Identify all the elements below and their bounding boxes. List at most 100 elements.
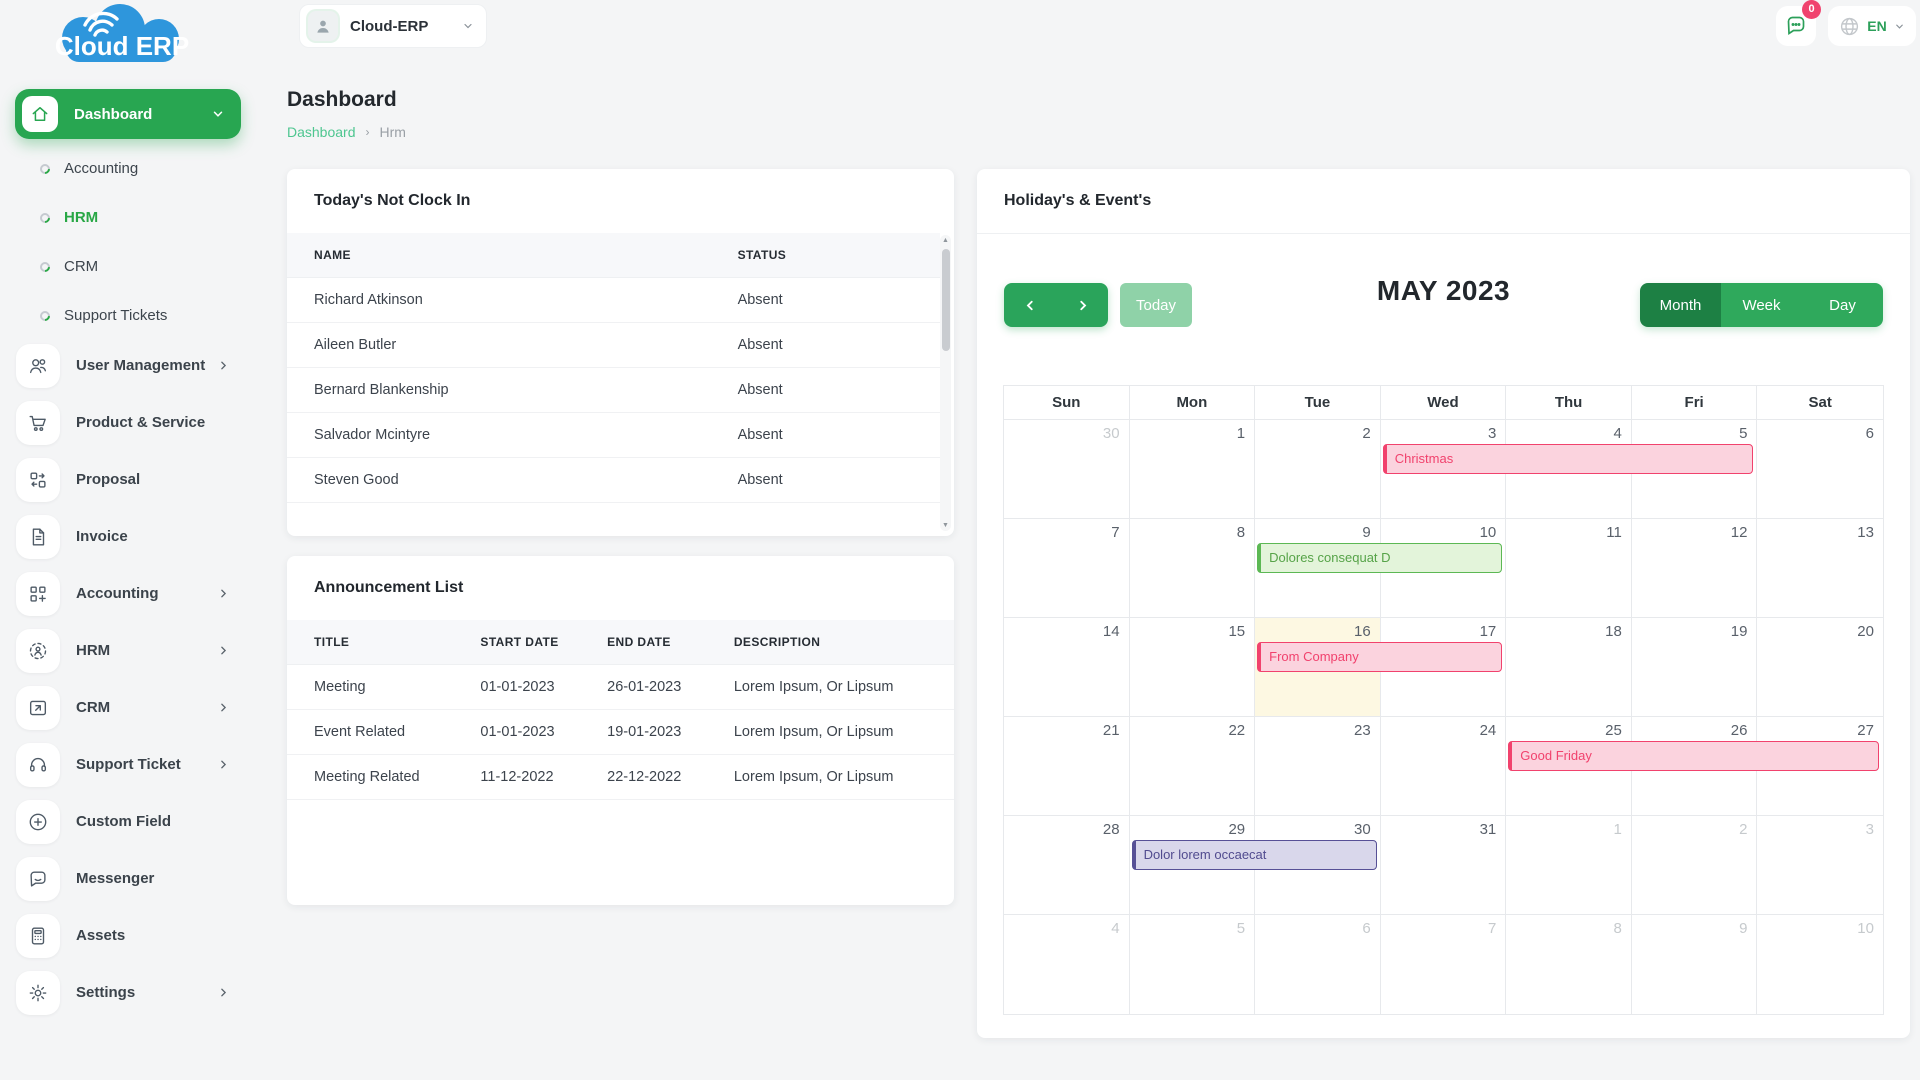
calendar-day-cell[interactable]: 21: [1004, 717, 1130, 816]
scroll-up-icon[interactable]: ▲: [940, 237, 951, 244]
table-cell: Lorem Ipsum, Or Lipsum: [734, 664, 954, 709]
calendar-day-cell[interactable]: 28: [1004, 816, 1130, 915]
calendar-day-cell[interactable]: 24: [1381, 717, 1507, 816]
home-icon: [22, 96, 58, 132]
messages-button[interactable]: 0: [1776, 6, 1816, 46]
sidebar-item-user-management[interactable]: User Management: [0, 337, 282, 394]
weekday-tue: Tue: [1255, 386, 1381, 419]
bullet-icon: [38, 308, 52, 322]
calendar-day-cell[interactable]: 4: [1004, 915, 1130, 1014]
cart-icon: [16, 401, 60, 445]
table-scrollbar[interactable]: ▲ ▼: [940, 235, 951, 531]
calendar-day-cell[interactable]: 30: [1004, 420, 1130, 519]
chat-icon: [16, 857, 60, 901]
column-header-end-date: END DATE: [607, 620, 734, 664]
sidebar-item-product-service[interactable]: Product & Service: [0, 394, 282, 451]
calendar-day-cell[interactable]: 15: [1130, 618, 1256, 717]
card-accent-bar: [287, 570, 291, 604]
sidebar-item-crm[interactable]: CRM: [0, 679, 282, 736]
card-accent-bar: [287, 183, 291, 217]
page-title: Dashboard: [287, 88, 397, 112]
table-row: Richard AtkinsonAbsent: [287, 277, 940, 322]
calendar-day-cell[interactable]: 13: [1757, 519, 1883, 618]
users-icon: [16, 344, 60, 388]
calendar-day-cell[interactable]: 14: [1004, 618, 1130, 717]
calendar-day-cell[interactable]: 1: [1130, 420, 1256, 519]
view-week-button[interactable]: Week: [1721, 283, 1802, 327]
calendar-grid: 3012345678910111213141516171819202122232…: [1003, 419, 1884, 1015]
bullet-icon: [38, 210, 52, 224]
sidebar-item-label: Messenger: [76, 870, 154, 887]
view-month-button[interactable]: Month: [1640, 283, 1721, 327]
weekday-thu: Thu: [1506, 386, 1632, 419]
column-header-start-date: START DATE: [480, 620, 607, 664]
calendar-day-cell[interactable]: 11: [1506, 519, 1632, 618]
sidebar-item-invoice[interactable]: Invoice: [0, 508, 282, 565]
calendar-day-cell[interactable]: 18: [1506, 618, 1632, 717]
workspace-selector[interactable]: Cloud-ERP: [299, 4, 487, 48]
calendar-day-cell[interactable]: 5: [1130, 915, 1256, 1014]
bullet-icon: [38, 259, 52, 273]
calendar-day-cell[interactable]: 3: [1757, 816, 1883, 915]
sidebar-subitem-label: HRM: [64, 209, 98, 226]
calendar-day-cell[interactable]: 7: [1381, 915, 1507, 1014]
sidebar-subitem-support-tickets[interactable]: Support Tickets: [0, 291, 282, 340]
calendar-day-cell[interactable]: 22: [1130, 717, 1256, 816]
sidebar-item-settings[interactable]: Settings: [0, 964, 282, 1021]
table-cell: Event Related: [287, 709, 480, 754]
scroll-down-icon[interactable]: ▼: [940, 522, 951, 529]
breadcrumb-dashboard-link[interactable]: Dashboard: [287, 124, 356, 140]
sidebar-item-label: Dashboard: [74, 106, 152, 123]
sidebar-item-dashboard[interactable]: Dashboard: [15, 89, 241, 139]
workspace-name: Cloud-ERP: [350, 18, 428, 35]
calendar-day-cell[interactable]: 6: [1255, 915, 1381, 1014]
calendar-event-from-company[interactable]: From Company: [1257, 642, 1502, 672]
cloud-erp-logo: Cloud ERP: [38, 2, 203, 70]
sidebar-item-accounting[interactable]: Accounting: [0, 565, 282, 622]
sidebar-subitem-crm[interactable]: CRM: [0, 242, 282, 291]
breadcrumb-current: Hrm: [380, 124, 406, 140]
calendar-day-cell[interactable]: 2: [1632, 816, 1758, 915]
weekday-sat: Sat: [1757, 386, 1883, 419]
calendar-day-cell[interactable]: 19: [1632, 618, 1758, 717]
table-cell: Absent: [738, 412, 940, 457]
headset-icon: [16, 743, 60, 787]
scan-person-icon: [16, 629, 60, 673]
calendar-day-cell[interactable]: 8: [1130, 519, 1256, 618]
calendar-day-cell[interactable]: 1: [1506, 816, 1632, 915]
table-cell: 01-01-2023: [480, 664, 607, 709]
calendar-day-cell[interactable]: 31: [1381, 816, 1507, 915]
calendar-day-cell[interactable]: 23: [1255, 717, 1381, 816]
sidebar-item-support-ticket[interactable]: Support Ticket: [0, 736, 282, 793]
column-header-name: NAME: [287, 233, 738, 277]
calendar-day-cell[interactable]: 7: [1004, 519, 1130, 618]
sidebar-item-hrm[interactable]: HRM: [0, 622, 282, 679]
column-header-status: STATUS: [738, 233, 940, 277]
table-row: Event Related01-01-202319-01-2023Lorem I…: [287, 709, 954, 754]
chevron-right-icon: [217, 644, 230, 657]
calendar-event-christmas[interactable]: Christmas: [1383, 444, 1754, 474]
view-day-button[interactable]: Day: [1802, 283, 1883, 327]
calendar-day-cell[interactable]: 20: [1757, 618, 1883, 717]
sidebar-item-custom-field[interactable]: Custom Field: [0, 793, 282, 850]
calendar-event-dolores-consequat-d[interactable]: Dolores consequat D: [1257, 543, 1502, 573]
calendar-day-cell[interactable]: 8: [1506, 915, 1632, 1014]
calendar-day-cell[interactable]: 6: [1757, 420, 1883, 519]
calendar-day-cell[interactable]: 10: [1757, 915, 1883, 1014]
calendar-day-cell[interactable]: 12: [1632, 519, 1758, 618]
scrollbar-thumb[interactable]: [942, 249, 950, 351]
table-cell: Aileen Butler: [287, 322, 738, 367]
table-cell: Absent: [738, 277, 940, 322]
calendar-event-good-friday[interactable]: Good Friday: [1508, 741, 1879, 771]
calendar-event-dolor-lorem-occaecat[interactable]: Dolor lorem occaecat: [1132, 840, 1377, 870]
language-selector[interactable]: EN: [1828, 6, 1916, 46]
sidebar-subitem-hrm[interactable]: HRM: [0, 193, 282, 242]
sidebar-item-proposal[interactable]: Proposal: [0, 451, 282, 508]
sidebar-item-messenger[interactable]: Messenger: [0, 850, 282, 907]
sidebar-item-label: Settings: [76, 984, 135, 1001]
sidebar-item-assets[interactable]: Assets: [0, 907, 282, 964]
calendar-day-cell[interactable]: 2: [1255, 420, 1381, 519]
table-cell: Salvador Mcintyre: [287, 412, 738, 457]
calendar-day-cell[interactable]: 9: [1632, 915, 1758, 1014]
sidebar-subitem-accounting[interactable]: Accounting: [0, 144, 282, 193]
